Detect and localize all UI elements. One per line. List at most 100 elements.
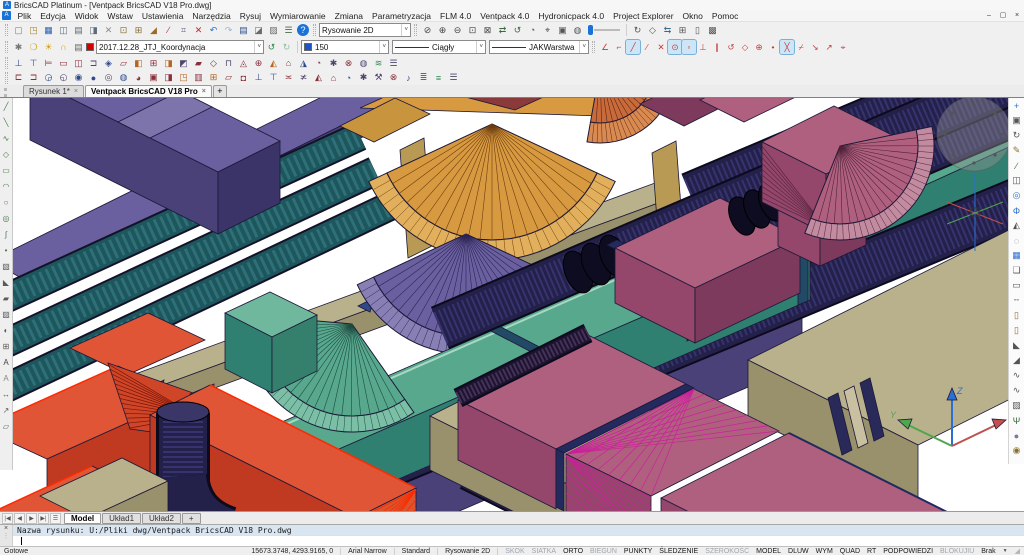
ventpack-tool-9[interactable]: ◧ [131, 56, 146, 70]
ventpack-tool-25[interactable]: ≋ [371, 56, 386, 70]
ventpack-tool-24[interactable]: ◍ [356, 56, 371, 70]
render-icon[interactable]: ◍ [570, 23, 585, 37]
ventpack-tool-7[interactable]: ◈ [101, 56, 116, 70]
ventpack2-tool-11[interactable]: ◨ [161, 71, 176, 85]
branch-icon[interactable]: Ψ [1009, 413, 1024, 428]
solid-box-icon[interactable]: ▧ [0, 258, 13, 274]
layout-nav-1[interactable]: ◀ [14, 513, 25, 524]
new-document-tab-button[interactable]: + [213, 85, 227, 97]
ventpack2-tool-28[interactable]: ≣ [416, 71, 431, 85]
menu-plik[interactable]: Plik [13, 11, 36, 21]
close-tab-icon[interactable]: × [202, 88, 206, 95]
ventpack-tool-4[interactable]: ▭ [56, 56, 71, 70]
draw-ray-icon[interactable]: ╲ [0, 114, 13, 130]
redline-width-slider[interactable] [588, 25, 620, 35]
print-icon[interactable]: ▤ [71, 23, 86, 37]
toggle-punkty[interactable]: PUNKTY [624, 548, 652, 555]
ventpack2-tool-7[interactable]: ◎ [101, 71, 116, 85]
print-preview-icon[interactable]: ◫ [56, 23, 71, 37]
toolbar-grip[interactable] [5, 24, 8, 36]
zoom-in-icon[interactable]: ⊕ [435, 23, 450, 37]
layout-nav-2[interactable]: ▶ [26, 513, 37, 524]
ventpack-tool-18[interactable]: ◭ [266, 56, 281, 70]
ventpack-tool-6[interactable]: ⊐ [86, 56, 101, 70]
status-workspace[interactable]: Rysowanie 2D [445, 548, 490, 555]
maximize-button[interactable]: ▢ [996, 11, 1010, 21]
ventpack-tool-1[interactable]: ⊥ [11, 56, 26, 70]
menu-okno[interactable]: Okno [678, 11, 707, 21]
solid-wedge-icon[interactable]: ◣ [0, 274, 13, 290]
redo-icon[interactable]: ↷ [221, 23, 236, 37]
table-icon[interactable]: ⊞ [0, 338, 13, 354]
copy-entity-icon[interactable]: ▣ [1009, 113, 1024, 128]
mirror-icon[interactable]: ◫ [1009, 173, 1024, 188]
ventpack-tool-5[interactable]: ◫ [71, 56, 86, 70]
toggle-dluw[interactable]: DLUW [788, 548, 809, 555]
menu-widok[interactable]: Widok [70, 11, 103, 21]
pattern-icon[interactable]: ▩ [705, 23, 720, 37]
layer-on-icon[interactable]: ❍ [26, 40, 41, 54]
ventpack-tool-22[interactable]: ✱ [326, 56, 341, 70]
status-dropdown-icon[interactable]: ▼ [1003, 548, 1008, 554]
snap-settings-icon[interactable]: ⌖ [836, 40, 850, 54]
diameter-icon[interactable]: Φ [1009, 203, 1024, 218]
ventpack-tool-23[interactable]: ⊗ [341, 56, 356, 70]
view-rotate-icon[interactable]: ↻ [630, 23, 645, 37]
menu-wstaw[interactable]: Wstaw [103, 11, 138, 21]
draw-circle-icon[interactable]: ○ [0, 194, 13, 210]
snap-node-icon[interactable]: ⊕ [752, 40, 766, 54]
snap-insertion-icon[interactable]: ▫ [682, 40, 696, 54]
ventpack-tool-11[interactable]: ◨ [161, 56, 176, 70]
ventpack-tool-21[interactable]: ◔ [311, 56, 326, 70]
rotate-icon[interactable]: ↻ [1009, 128, 1024, 143]
menu-ustawienia[interactable]: Ustawienia [137, 11, 188, 21]
flip-icon[interactable]: ◭ [1009, 218, 1024, 233]
snap-parallel-icon[interactable]: ∥ [710, 40, 724, 54]
attach-image-icon[interactable]: ▣ [555, 23, 570, 37]
copy-icon[interactable]: ⊡ [116, 23, 131, 37]
snap-point-icon[interactable]: • [766, 40, 780, 54]
menu-narz-dzia[interactable]: Narzędzia [188, 11, 235, 21]
ventpack2-tool-25[interactable]: ⚒ [371, 71, 386, 85]
ventpack2-tool-3[interactable]: ◶ [41, 71, 56, 85]
paint-brush-icon[interactable]: ✎ [1009, 143, 1024, 158]
pan-icon[interactable]: ⇄ [495, 23, 510, 37]
draw-spline-icon[interactable]: ∫ [0, 226, 13, 242]
resize-grip[interactable]: ◢ [1015, 547, 1020, 555]
ventpack2-tool-27[interactable]: ♪ [401, 71, 416, 85]
draw-rectangle-icon[interactable]: ▭ [0, 162, 13, 178]
ventpack2-tool-4[interactable]: ◵ [56, 71, 71, 85]
ventpack-tool-10[interactable]: ⊞ [146, 56, 161, 70]
erase-icon[interactable]: ◪ [251, 23, 266, 37]
toggle-podpowiedzi[interactable]: PODPOWIEDZI [883, 548, 933, 555]
open-file-icon[interactable]: ◳ [26, 23, 41, 37]
publish-icon[interactable]: ◨ [86, 23, 101, 37]
flex-b-icon[interactable]: ∿ [1009, 383, 1024, 398]
drawing-explorer-icon[interactable]: ▤ [236, 23, 251, 37]
drawing-canvas[interactable]: Z Y X ╱╲∿◇▭◠○◎∫•▧◣▰▨◐⊞AA↔↗▱ +▣↻✎∕◫◎Φ◭◌▦❏… [0, 98, 1024, 511]
ventpack-tool-8[interactable]: ▱ [116, 56, 131, 70]
move-icon[interactable]: + [1009, 98, 1024, 113]
ventpack2-tool-10[interactable]: ▣ [146, 71, 161, 85]
snap-rotate-icon[interactable]: ↺ [724, 40, 738, 54]
save-icon[interactable]: ▦ [41, 23, 56, 37]
find-icon[interactable]: ◌ [1009, 233, 1024, 248]
hatch-b-icon[interactable]: ▨ [1009, 398, 1024, 413]
snap-clear-icon[interactable]: ✕ [654, 40, 668, 54]
document-tab[interactable]: Rysunek 1*× [23, 85, 84, 97]
linetype-combo[interactable]: Ciągły˅ [392, 40, 486, 54]
look-from-icon[interactable]: ◔ [525, 23, 540, 37]
layer-plot-icon[interactable]: ▤ [71, 40, 86, 54]
toggle-biegun[interactable]: BIEGUN [590, 548, 617, 555]
menu-wymiarowanie[interactable]: Wymiarowanie [265, 11, 330, 21]
ventpack2-tool-9[interactable]: ◕ [131, 71, 146, 85]
ventpack-tool-3[interactable]: ⊨ [41, 56, 56, 70]
toggle-model[interactable]: MODEL [756, 548, 781, 555]
ventpack2-tool-18[interactable]: ⊤ [266, 71, 281, 85]
corner-a-icon[interactable]: ◣ [1009, 338, 1024, 353]
look-from-widget[interactable] [937, 98, 1011, 171]
sphere-icon[interactable]: ● [1009, 428, 1024, 443]
undo-icon[interactable]: ↶ [206, 23, 221, 37]
status-coordinates[interactable]: 15673.3748, 4293.9165, 0 [251, 548, 333, 555]
draw-polyline-icon[interactable]: ∿ [0, 130, 13, 146]
